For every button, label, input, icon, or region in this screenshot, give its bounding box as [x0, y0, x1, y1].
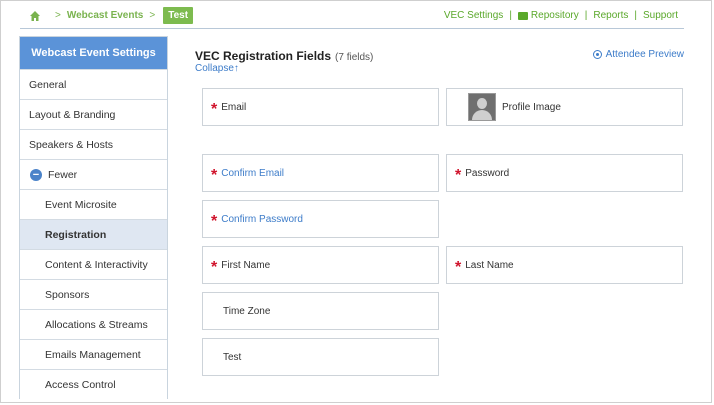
reports-link[interactable]: Reports: [593, 10, 628, 21]
sidebar-item-fewer[interactable]: − Fewer: [20, 159, 167, 189]
sidebar-item-allocations-streams[interactable]: Allocations & Streams: [20, 309, 167, 339]
sidebar-item-sponsors[interactable]: Sponsors: [20, 279, 167, 309]
sidebar-item-label: Sponsors: [45, 288, 90, 301]
required-marker: *: [211, 213, 218, 230]
attendee-preview-link[interactable]: Attendee Preview: [592, 49, 684, 60]
sidebar-item-label: Emails Management: [45, 348, 141, 361]
field-label: First Name: [221, 259, 271, 271]
sidebar-item-general[interactable]: General: [20, 69, 167, 99]
sidebar-item-access-control[interactable]: Access Control: [20, 369, 167, 399]
minus-circle-icon[interactable]: −: [30, 168, 42, 181]
top-links: VEC Settings | Repository | Reports | Su…: [444, 10, 678, 21]
sidebar-item-label: Content & Interactivity: [45, 258, 148, 271]
sidebar-item-label: Layout & Branding: [29, 108, 116, 121]
field-label: Test: [223, 351, 242, 363]
field-email[interactable]: * Email: [202, 88, 439, 126]
field-label: Email: [221, 101, 247, 113]
breadcrumb-current: Test: [163, 7, 194, 24]
top-bar: > Webcast Events > Test VEC Settings | R…: [20, 6, 684, 26]
breadcrumb-separator: >: [55, 10, 61, 21]
field-label: Confirm Password: [221, 213, 303, 225]
sidebar-item-label: Speakers & Hosts: [29, 138, 114, 151]
field-profile-image[interactable]: Profile Image: [446, 88, 683, 126]
page-title-text: VEC Registration Fields: [195, 49, 332, 63]
support-link[interactable]: Support: [643, 10, 678, 21]
link-separator: |: [584, 10, 588, 21]
sidebar-item-label: Allocations & Streams: [45, 318, 148, 331]
sidebar-item-registration[interactable]: Registration: [20, 219, 167, 249]
field-label: Time Zone: [223, 305, 271, 317]
sidebar-item-content-interactivity[interactable]: Content & Interactivity: [20, 249, 167, 279]
preview-icon: [592, 50, 602, 59]
link-separator: |: [509, 10, 512, 21]
collapse-link[interactable]: Collapse↑: [195, 63, 239, 74]
avatar: [468, 93, 496, 121]
field-first-name[interactable]: * First Name: [202, 246, 439, 284]
sidebar-item-label: Event Microsite: [45, 198, 117, 211]
field-label: Profile Image: [502, 101, 561, 113]
field-last-name[interactable]: * Last Name: [446, 246, 683, 284]
field-password[interactable]: * Password: [446, 154, 683, 192]
home-icon[interactable]: [29, 10, 41, 22]
sidebar-item-event-microsite[interactable]: Event Microsite: [20, 189, 167, 219]
sidebar-item-emails-management[interactable]: Emails Management: [20, 339, 167, 369]
breadcrumb: > Webcast Events > Test: [29, 7, 194, 24]
field-confirm-password[interactable]: * Confirm Password: [202, 200, 439, 238]
sidebar-item-speakers-hosts[interactable]: Speakers & Hosts: [20, 129, 167, 159]
sidebar-item-label: General: [29, 78, 67, 91]
page-title: VEC Registration Fields (7 fields): [195, 49, 373, 63]
breadcrumb-webcast-events[interactable]: Webcast Events: [67, 10, 144, 21]
attendee-preview-label: Attendee Preview: [605, 49, 684, 60]
field-label: Last Name: [465, 259, 514, 271]
required-marker: *: [211, 101, 218, 118]
field-test[interactable]: Test: [202, 338, 439, 376]
required-marker: *: [455, 167, 462, 184]
repository-link[interactable]: Repository: [531, 10, 579, 21]
field-label: Confirm Email: [221, 167, 285, 179]
sidebar-item-label: Access Control: [45, 378, 116, 391]
required-marker: *: [211, 259, 218, 276]
required-marker: *: [455, 259, 462, 276]
field-time-zone[interactable]: Time Zone: [202, 292, 439, 330]
sidebar-item-label: Registration: [45, 228, 107, 241]
repository-icon: [517, 11, 528, 20]
required-marker: *: [211, 167, 218, 184]
breadcrumb-separator: >: [149, 10, 156, 21]
sidebar: Webcast Event Settings General Layout & …: [19, 36, 168, 399]
top-divider: [20, 28, 684, 29]
sidebar-item-label: Fewer: [48, 168, 78, 181]
sidebar-title: Webcast Event Settings: [20, 37, 167, 69]
field-label: Password: [465, 167, 510, 179]
sidebar-item-layout-branding[interactable]: Layout & Branding: [20, 99, 167, 129]
field-count: (7 fields): [335, 52, 374, 63]
field-confirm-email[interactable]: * Confirm Email: [202, 154, 439, 192]
link-separator: |: [634, 10, 637, 21]
vec-settings-link[interactable]: VEC Settings: [444, 10, 503, 21]
